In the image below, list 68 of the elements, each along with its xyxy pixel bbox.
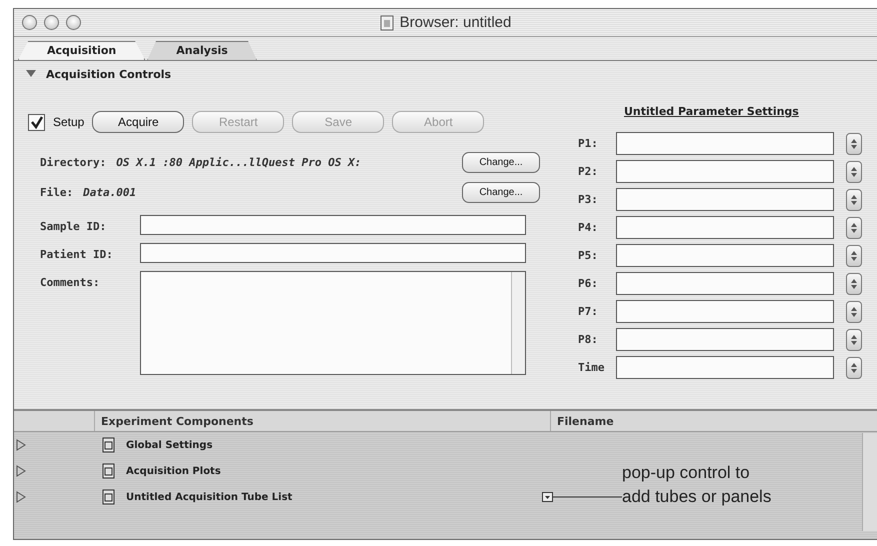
tab[interactable]: Acquisition (18, 41, 146, 60)
parameter-field[interactable] (616, 272, 834, 295)
window-control-icon[interactable] (66, 15, 81, 30)
tab[interactable]: Analysis (147, 41, 257, 60)
parameter-field[interactable] (616, 188, 834, 211)
field-label: Comments: (40, 276, 100, 289)
disclosure-triangle-icon[interactable] (16, 465, 26, 477)
column-header[interactable]: Experiment Components (94, 411, 550, 431)
component-name[interactable]: Untitled Acquisition Tube List (126, 492, 292, 502)
parameter-field[interactable] (616, 300, 834, 323)
component-name[interactable]: Acquisition Plots (126, 466, 221, 476)
field-label: Sample ID: (40, 220, 106, 233)
parameter-label: P6: (578, 277, 599, 290)
stepper-icon[interactable] (846, 272, 862, 294)
parameter-label: Time (578, 361, 606, 374)
annotation-text: add tubes or panels (622, 486, 772, 508)
stepper-icon[interactable] (846, 216, 862, 238)
stepper-icon[interactable] (846, 132, 862, 154)
field-label: File: (40, 186, 74, 198)
window-control-icon[interactable] (44, 15, 59, 30)
stepper-icon[interactable] (846, 160, 862, 182)
section-title: Acquisition Controls (46, 68, 172, 80)
parameter-label: P5: (578, 249, 599, 262)
document-icon (102, 463, 116, 479)
document-icon (102, 489, 116, 505)
scrollbar[interactable] (511, 272, 525, 374)
scrollbar[interactable] (862, 433, 877, 531)
path-value: Data.001 (83, 186, 136, 198)
parameter-field[interactable] (616, 356, 834, 379)
stepper-icon[interactable] (846, 188, 862, 210)
annotation-text: pop-up control to (622, 462, 751, 484)
parameter-field[interactable] (616, 132, 834, 155)
popup-control-drawing[interactable] (542, 491, 622, 503)
column-header[interactable]: Filename (550, 411, 810, 431)
window-control-icon[interactable] (22, 15, 37, 30)
disclosure-triangle-icon[interactable] (26, 70, 36, 78)
parameter-label: P3: (578, 193, 599, 206)
stepper-icon[interactable] (846, 300, 862, 322)
stepper-icon[interactable] (846, 328, 862, 350)
parameter-label: P2: (578, 165, 599, 178)
disclosure-triangle-icon[interactable] (16, 491, 26, 503)
parameter-field[interactable] (616, 160, 834, 183)
change-button[interactable]: Change... (462, 182, 540, 202)
stepper-icon[interactable] (846, 356, 862, 378)
parameter-field[interactable] (616, 328, 834, 351)
checkbox-label: Setup (53, 115, 84, 129)
input-field[interactable] (140, 243, 526, 263)
parameter-field[interactable] (616, 216, 834, 239)
disclosure-triangle-icon[interactable] (16, 439, 26, 451)
document-icon (380, 14, 394, 30)
parameter-field[interactable] (616, 244, 834, 267)
parameter-label: P1: (578, 137, 599, 150)
document-icon (102, 437, 116, 453)
parameter-label: P4: (578, 221, 599, 234)
field-label: Patient ID: (40, 248, 113, 261)
comments-field[interactable] (140, 271, 526, 375)
parameter-label: P8: (578, 333, 599, 346)
change-button[interactable]: Change... (462, 152, 540, 172)
stepper-icon[interactable] (846, 244, 862, 266)
component-name[interactable]: Global Settings (126, 440, 213, 450)
field-label: Directory: (40, 156, 106, 168)
parameter-label: P7: (578, 305, 599, 318)
setup-checkbox[interactable] (28, 114, 45, 130)
input-field[interactable] (140, 215, 526, 235)
path-value: OS X.1 :80 Applic...llQuest Pro OS X: (116, 156, 362, 168)
window-title: Browser: untitled (400, 14, 512, 31)
action-button[interactable]: Acquire (92, 111, 184, 133)
panel-title: Untitled Parameter Settings (624, 105, 799, 118)
